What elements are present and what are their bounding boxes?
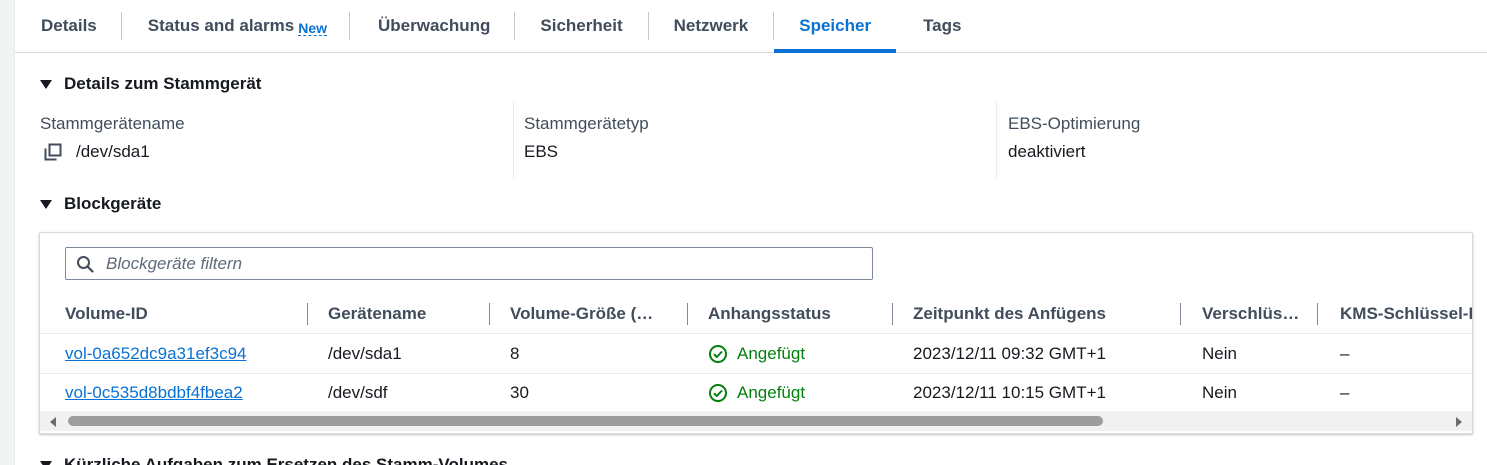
tab-security[interactable]: Sicherheit [515,0,647,52]
attachment-status-cell: Angefügt [708,334,805,373]
block-devices-table: Volume-ID Gerätename Volume-Größe (… Anh… [39,232,1473,434]
scroll-right-icon[interactable] [1456,417,1462,427]
column-resizer[interactable] [1180,303,1181,325]
column-header-attach-time[interactable]: Zeitpunkt des Anfügens [913,294,1173,333]
caret-down-icon [40,199,52,209]
tab-bar: Details Status and alarms New Überwachung… [15,0,1487,53]
column-header-device-name[interactable]: Gerätename [328,294,488,333]
encrypted-cell: Nein [1202,383,1237,402]
check-circle-icon [709,344,727,363]
table-row: vol-0a652dc9a31ef3c94 /dev/sda1 8 Angefü… [40,334,1472,374]
column-header-volume-id[interactable]: Volume-ID [65,294,305,333]
column-header-attachment-status[interactable]: Anhangsstatus [708,294,888,333]
page: Details Status and alarms New Überwachung… [0,0,1487,465]
column-resizer[interactable] [489,303,490,325]
new-badge: New [298,19,327,36]
volume-id-link[interactable]: vol-0a652dc9a31ef3c94 [65,344,246,363]
caret-down-icon [40,460,52,465]
tab-networking[interactable]: Netzwerk [649,0,774,52]
field-label: Stammgerätetyp [524,114,649,133]
horizontal-scrollbar[interactable] [40,411,1472,431]
tab-label: Tags [923,16,962,35]
tab-label: Status and alarms [147,16,295,35]
tab-details[interactable]: Details [15,0,121,52]
column-resizer[interactable] [307,303,308,325]
attach-time-cell: 2023/12/11 10:15 GMT+1 [913,383,1106,402]
device-name-cell: /dev/sda1 [328,344,402,363]
root-device-type-value: EBS [524,142,559,161]
column-header-encrypted[interactable]: Verschlüs… [1202,294,1302,333]
copy-icon[interactable] [44,143,62,161]
root-device-name-value: /dev/sda1 [76,142,150,161]
search-icon [77,255,94,273]
filter-input[interactable] [104,252,848,275]
section-title: Kürzliche Aufgaben zum Ersetzen des Stam… [64,455,508,465]
instance-details-panel: Details Status and alarms New Überwachung… [14,0,1487,465]
section-title: Details zum Stammgerät [64,74,262,93]
ebs-optimization-value: deaktiviert [1008,142,1086,161]
caret-down-icon [40,79,52,89]
volume-size-cell: 30 [510,383,529,402]
attach-time-cell: 2023/12/11 09:32 GMT+1 [913,344,1106,363]
tab-storage[interactable]: Speicher [774,0,896,53]
column-divider [513,102,514,178]
column-resizer[interactable] [1317,303,1318,325]
field-label: EBS-Optimierung [1008,114,1141,133]
column-resizer[interactable] [892,303,893,325]
root-volume-replace-tasks-section-header[interactable]: Kürzliche Aufgaben zum Ersetzen des Stam… [40,455,508,465]
column-divider [996,102,997,178]
device-name-cell: /dev/sdf [328,383,388,402]
root-device-type: Stammgerätetyp EBS [524,114,649,178]
column-header-kms-key[interactable]: KMS-Schlüssel-I [1340,294,1472,333]
root-device-section-header[interactable]: Details zum Stammgerät [40,74,261,94]
volume-id-cell: vol-0a652dc9a31ef3c94 [65,334,246,373]
root-device-name: Stammgerätename /dev/sda1 [40,114,185,178]
column-header-volume-size[interactable]: Volume-Größe (… [510,294,688,333]
volume-id-link[interactable]: vol-0c535d8bdbf4fbea2 [65,383,243,402]
table-header: Volume-ID Gerätename Volume-Größe (… Anh… [40,294,1472,334]
field-value: /dev/sda1 [40,142,185,162]
kms-key-cell: – [1340,344,1350,363]
tab-label: Speicher [799,16,872,35]
section-title: Blockgeräte [64,194,162,213]
scrollbar-thumb[interactable] [68,416,1103,426]
tab-tags[interactable]: Tags [897,0,986,52]
ebs-optimization: EBS-Optimierung deaktiviert [1008,114,1140,178]
block-devices-filter[interactable] [65,247,873,280]
tab-status-and-alarms[interactable]: Status and alarms New [122,0,349,52]
block-devices-section-header[interactable]: Blockgeräte [40,194,161,214]
tab-monitoring[interactable]: Überwachung [350,0,514,52]
volume-id-cell: vol-0c535d8bdbf4fbea2 [65,373,243,412]
volume-size-cell: 8 [510,344,520,363]
status-text: Angefügt [737,344,806,363]
tab-label: Überwachung [378,16,491,35]
status-text: Angefügt [737,383,806,402]
kms-key-cell: – [1340,383,1350,402]
attachment-status-cell: Angefügt [708,373,805,412]
table-row: vol-0c535d8bdbf4fbea2 /dev/sdf 30 Angefü… [40,373,1472,412]
scroll-left-icon[interactable] [50,417,56,427]
column-resizer[interactable] [687,303,688,325]
tab-label: Netzwerk [673,16,749,35]
check-circle-icon [709,383,727,402]
field-label: Stammgerätename [40,114,185,133]
tab-label: Details [41,16,97,35]
tab-label: Sicherheit [540,16,623,35]
encrypted-cell: Nein [1202,344,1237,363]
